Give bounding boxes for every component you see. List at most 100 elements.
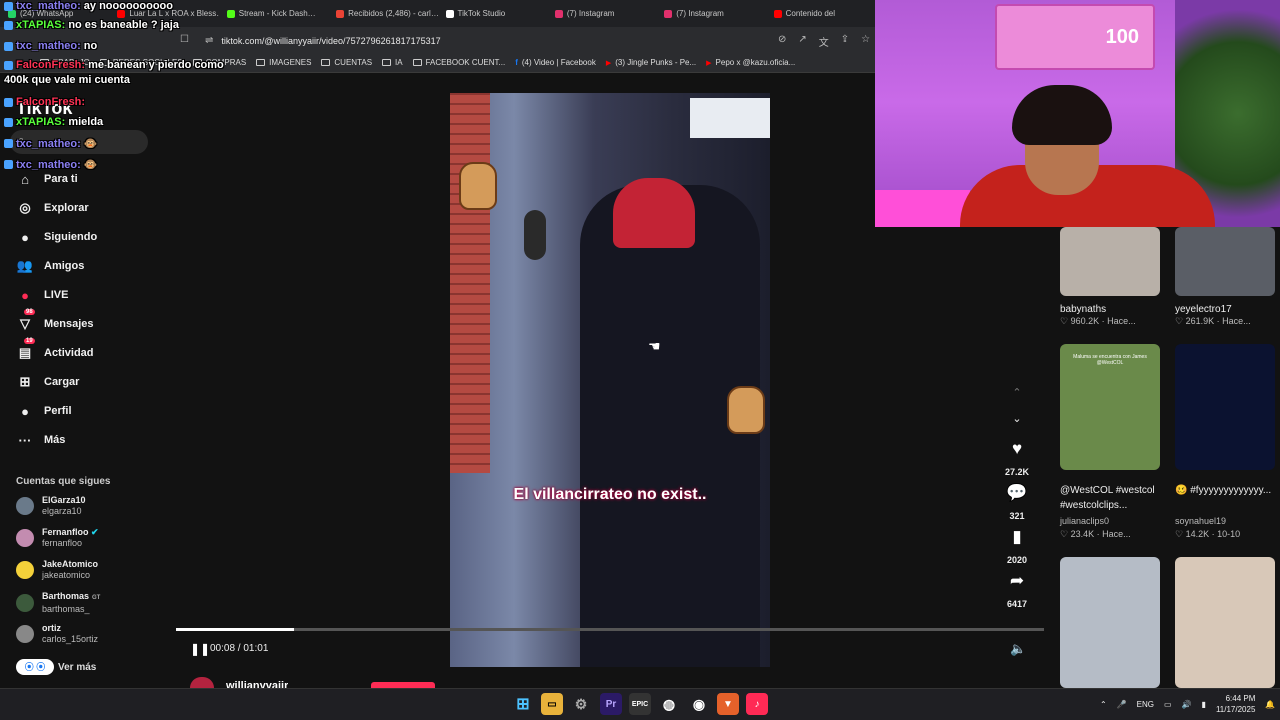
- recommended-video-user[interactable]: julianaclips0: [1060, 516, 1170, 526]
- windows-start-icon[interactable]: ⊞: [512, 693, 534, 715]
- profile-icon: ●: [21, 403, 29, 419]
- browser-tab[interactable]: TikTok Studio: [438, 0, 547, 27]
- star-icon[interactable]: ☆: [861, 34, 870, 49]
- share-icon[interactable]: ➦: [997, 571, 1037, 591]
- recommended-video-thumbnail[interactable]: [1175, 227, 1275, 296]
- following-name: ortiz: [42, 623, 98, 634]
- activity-icon: ▤: [18, 345, 32, 360]
- chat-message: txc_matheo: ay noooooooooo: [4, 0, 173, 12]
- notifications-icon[interactable]: 🔔: [1265, 700, 1275, 709]
- chat-badge-icon: [4, 97, 13, 107]
- see-more-link[interactable]: ⦿ ⦿ Ver más: [16, 659, 96, 675]
- recommended-video-title[interactable]: babynaths: [1060, 302, 1170, 317]
- file-explorer-icon[interactable]: ▭: [541, 693, 563, 715]
- chat-message: FalconFresh: me banean y pierdo como: [4, 59, 224, 71]
- chat-badge-icon: [4, 160, 13, 169]
- facebook-icon: f: [515, 58, 518, 67]
- speaker-icon[interactable]: 🔊: [1182, 700, 1192, 709]
- share-icon[interactable]: ⇪: [841, 34, 849, 49]
- epic-games-icon[interactable]: EPIC: [629, 693, 651, 715]
- tiktok-app-icon[interactable]: ♪: [746, 693, 768, 715]
- tab-favicon-icon: [445, 9, 454, 18]
- following-name-text: JakeAtomico: [42, 559, 99, 569]
- browser-tab[interactable]: (7) Instagram: [547, 0, 656, 27]
- bookmark-item[interactable]: IA: [382, 58, 403, 67]
- tray-overflow-icon[interactable]: ⌃: [1100, 700, 1107, 709]
- bookmark-item[interactable]: f (4) Video | Facebook: [515, 58, 596, 67]
- sidebar-item-profile[interactable]: ● Perfil: [16, 402, 71, 420]
- following-username: jakeatomico: [42, 570, 91, 580]
- recommended-video-thumbnail[interactable]: Maluma se encuentra con James @WestCOL: [1060, 344, 1160, 470]
- microphone-icon[interactable]: 🎤: [1117, 700, 1127, 709]
- monkey-sticker: [459, 162, 497, 210]
- comment-icon[interactable]: 💬: [997, 483, 1037, 503]
- chat-badge-icon: [4, 117, 13, 127]
- chat-username: xTAPIAS:: [16, 19, 66, 31]
- banner-text: 100: [1105, 26, 1139, 48]
- following-account[interactable]: Fernanfloo ✔ fernanfloo: [16, 527, 99, 549]
- following-account[interactable]: Barthomas GT barthomas_: [16, 591, 100, 615]
- prev-video-icon[interactable]: ⌃: [997, 386, 1037, 399]
- clock[interactable]: 6:44 PM 11/17/2025: [1216, 693, 1255, 715]
- recommended-video-thumbnail[interactable]: [1060, 227, 1160, 296]
- video-subtitle: El villancirrateo no exist..: [513, 486, 707, 503]
- following-account[interactable]: ElGarza10 elgarza10: [16, 495, 86, 517]
- sidebar-item-live[interactable]: ● LIVE: [16, 286, 68, 304]
- recommended-video-title[interactable]: yeyelectro17: [1175, 302, 1280, 317]
- author-name[interactable]: willianyyaiir: [226, 680, 288, 688]
- obs-icon[interactable]: ◉: [688, 693, 710, 715]
- following-account[interactable]: JakeAtomico jakeatomico: [16, 559, 98, 581]
- sidebar-item-activity[interactable]: ▤ 19 Actividad: [16, 338, 94, 362]
- browser-tab[interactable]: (7) Instagram: [656, 0, 765, 27]
- following-account[interactable]: ortiz carlos_15ortiz: [16, 623, 98, 645]
- bookmark-item[interactable]: ▶ (3) Jingle Punks - Pe...: [606, 58, 696, 67]
- sidebar-item-home[interactable]: ⌂ Para ti: [16, 170, 78, 188]
- following-name: ElGarza10: [42, 495, 86, 506]
- following-name: Barthomas GT: [42, 591, 100, 604]
- sidebar-item-following[interactable]: ● Siguiendo: [16, 228, 97, 246]
- recommended-video-title[interactable]: 🥴 #fyyyyyyyyyyyyy...: [1175, 483, 1280, 498]
- recommended-video-thumbnail[interactable]: [1060, 557, 1160, 688]
- premiere-pro-icon[interactable]: Pr: [600, 693, 622, 715]
- sidebar-item-upload[interactable]: ⊞ Cargar: [16, 373, 80, 391]
- tab-title: (7) Instagram: [566, 9, 615, 18]
- like-icon[interactable]: ♥: [997, 439, 1037, 459]
- recommended-video-user[interactable]: soynahuel19: [1175, 516, 1280, 526]
- recommended-video-thumbnail[interactable]: [1175, 344, 1275, 470]
- sidebar-item-friends[interactable]: 👥 Amigos: [16, 257, 84, 275]
- recommended-video-thumbnail[interactable]: [1175, 557, 1275, 688]
- translate-icon[interactable]: 文: [819, 34, 829, 49]
- url-field[interactable]: ⇌ tiktok.com/@willianyyaiir/video/757279…: [205, 32, 765, 49]
- brave-icon[interactable]: ▼: [717, 693, 739, 715]
- network-icon[interactable]: ▭: [1164, 700, 1172, 709]
- browser-tab[interactable]: Recibidos (2,486) - carl…: [328, 0, 438, 27]
- open-external-icon[interactable]: ↗: [798, 34, 806, 49]
- tab-favicon-icon: [336, 9, 345, 18]
- pause-icon[interactable]: ❚❚: [190, 642, 210, 656]
- browser-tab[interactable]: Stream - Kick Dash…: [219, 0, 328, 27]
- bookmark-item[interactable]: IMAGENES: [256, 58, 311, 67]
- avatar: [16, 529, 34, 547]
- sidebar-item-messages[interactable]: ▽ 98 Mensajes: [16, 309, 94, 333]
- sidebar-item-more[interactable]: ··· Más: [16, 431, 66, 449]
- sidebar-item-compass[interactable]: ◎ Explorar: [16, 199, 88, 217]
- recommended-video-title[interactable]: @WestCOL #westcol #westcolclips...: [1060, 483, 1170, 513]
- language-indicator[interactable]: ENG: [1137, 700, 1154, 709]
- no-eye-icon[interactable]: ⊘: [778, 34, 786, 49]
- bookmark-icon[interactable]: ☐: [180, 34, 189, 45]
- tab-title: (7) Instagram: [676, 9, 724, 18]
- chat-username: xTAPIAS:: [16, 116, 66, 128]
- browser-tab[interactable]: Contenido del: [766, 0, 875, 27]
- battery-icon[interactable]: ▮: [1202, 700, 1206, 709]
- chrome-icon[interactable]: ◍: [658, 693, 680, 715]
- bookmark-item[interactable]: CUENTAS: [321, 58, 372, 67]
- settings-icon[interactable]: ⚙: [570, 693, 592, 715]
- progress-track[interactable]: [176, 628, 1044, 631]
- bookmark-item[interactable]: ▶ Pepo x @kazu.oficia...: [706, 58, 795, 67]
- recommended-video-stats: ♡ 23.4K · Hace...: [1060, 529, 1131, 539]
- save-icon[interactable]: ▮: [997, 527, 1037, 547]
- site-info-icon[interactable]: ⇌: [205, 35, 213, 46]
- volume-icon[interactable]: 🔈: [1010, 641, 1026, 657]
- bookmark-item[interactable]: FACEBOOK CUENT...: [412, 58, 505, 67]
- next-video-icon[interactable]: ⌄: [997, 412, 1037, 425]
